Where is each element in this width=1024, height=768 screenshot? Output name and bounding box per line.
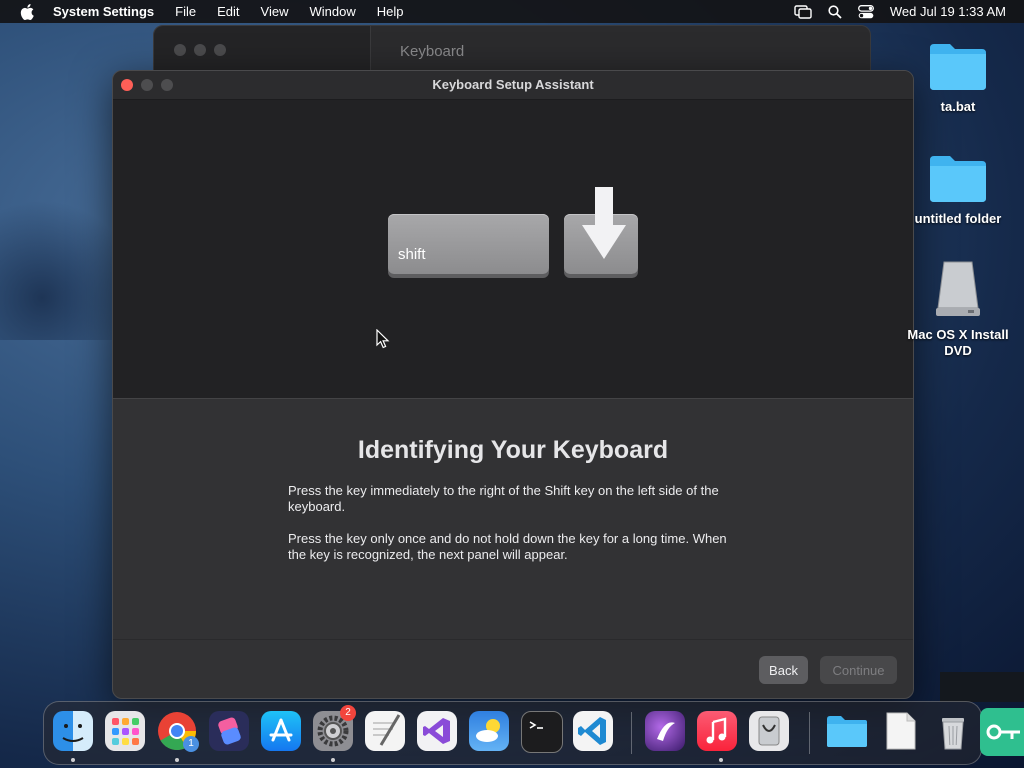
control-center-icon[interactable] (857, 4, 874, 19)
shift-key-label: shift (398, 246, 426, 263)
dock-app-store-icon[interactable] (261, 711, 301, 751)
bg-zoom-button[interactable] (214, 44, 226, 56)
dock-trash-icon[interactable] (933, 711, 973, 751)
keyboard-illustration: shift (113, 100, 913, 399)
dock-document-icon[interactable] (881, 711, 921, 751)
down-arrow-icon (582, 187, 626, 259)
shift-key-graphic: shift (388, 214, 549, 274)
partial-app-window-icon[interactable] (980, 708, 1024, 756)
menu-bar: System Settings File Edit View Window He… (0, 0, 1024, 23)
desktop-item-untitled-folder[interactable]: untitled folder (903, 152, 1013, 227)
dock-textedit-icon[interactable] (365, 711, 405, 751)
running-indicator (175, 758, 179, 762)
dock-separator (631, 712, 632, 754)
keyboard-setup-assistant-window: Keyboard Setup Assistant shift Identifyi… (112, 70, 914, 699)
folder-icon (930, 156, 986, 202)
mouse-pointer-icon (376, 329, 390, 349)
dock-disk-utility-icon[interactable] (749, 711, 789, 751)
disk-icon (936, 261, 980, 316)
dock-weather-icon[interactable] (469, 711, 509, 751)
menu-help[interactable]: Help (377, 4, 404, 19)
bg-close-button[interactable] (174, 44, 186, 56)
running-indicator (719, 758, 723, 762)
chrome-badge: 1 (183, 736, 199, 752)
page-heading: Identifying Your Keyboard (357, 436, 669, 464)
dock-folder-icon[interactable] (825, 711, 867, 751)
dock-separator (809, 712, 810, 754)
back-button[interactable]: Back (759, 656, 808, 684)
menu-app-name[interactable]: System Settings (53, 4, 154, 19)
menu-window[interactable]: Window (309, 4, 355, 19)
running-indicator (71, 758, 75, 762)
settings-window-title: Keyboard (400, 43, 465, 60)
instruction-paragraph-2: Press the key only once and do not hold … (288, 531, 727, 562)
desktop-window-edge (940, 672, 1024, 702)
dock-launchpad-icon[interactable] (105, 711, 145, 751)
running-indicator (331, 758, 335, 762)
apple-menu-icon[interactable] (20, 3, 34, 20)
footer-divider (113, 639, 913, 640)
dock: 1 2 (43, 701, 982, 765)
dock-visual-studio-icon[interactable] (417, 711, 457, 751)
desktop-item-ta-bat[interactable]: ta.bat (903, 40, 1013, 115)
folder-icon (930, 44, 986, 90)
instruction-paragraph-1: Press the key immediately to the right o… (288, 483, 719, 514)
screen-mirroring-icon[interactable] (794, 4, 812, 19)
desktop-item-install-dvd[interactable]: Mac OS X Install DVD (903, 260, 1013, 359)
menu-edit[interactable]: Edit (217, 4, 239, 19)
dock-vscode-icon[interactable] (573, 711, 613, 751)
bg-minimize-button[interactable] (194, 44, 206, 56)
dock-nova-icon[interactable] (645, 711, 685, 751)
window-title: Keyboard Setup Assistant (432, 77, 594, 92)
menu-clock[interactable]: Wed Jul 19 1:33 AM (890, 4, 1006, 19)
desktop-item-label: untitled folder (914, 211, 1002, 226)
menu-view[interactable]: View (261, 4, 289, 19)
window-titlebar: Keyboard Setup Assistant (113, 71, 913, 100)
dock-finder-icon[interactable] (53, 711, 93, 751)
desktop-item-label: Mac OS X Install DVD (907, 327, 1009, 358)
dock-shortcuts-icon[interactable] (209, 711, 249, 751)
settings-badge: 2 (340, 705, 356, 721)
menu-file[interactable]: File (175, 4, 196, 19)
desktop-item-label: ta.bat (940, 99, 976, 114)
dock-music-icon[interactable] (697, 711, 737, 751)
search-icon[interactable] (828, 4, 842, 19)
continue-button[interactable]: Continue (820, 656, 897, 684)
dock-terminal-icon[interactable] (521, 711, 563, 753)
